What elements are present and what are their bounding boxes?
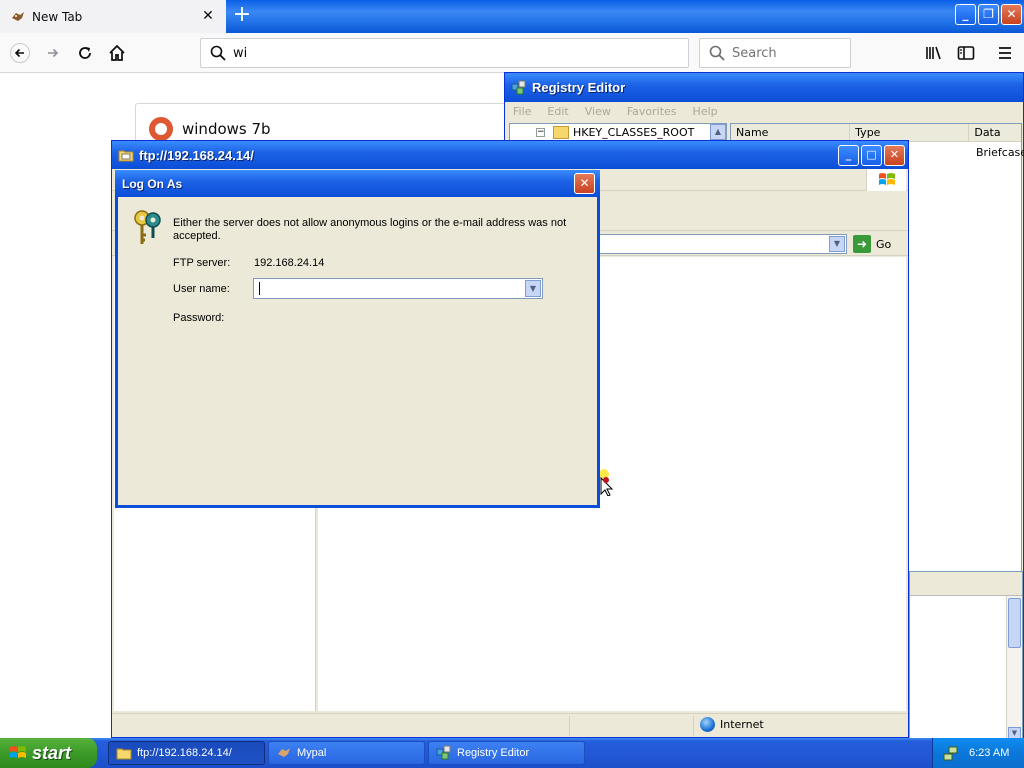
dropdown-arrow-icon[interactable]: ▼: [525, 280, 541, 297]
url-bar[interactable]: [200, 38, 689, 68]
system-tray: 6:23 AM: [932, 738, 1024, 768]
registry-editor-titlebar[interactable]: Registry Editor: [505, 73, 1023, 102]
column-header-data[interactable]: Data: [969, 124, 1021, 142]
ftp-server-label: FTP server:: [173, 257, 231, 269]
password-label: Password:: [173, 312, 225, 324]
search-icon: [210, 45, 226, 61]
scroll-up-arrow-icon[interactable]: ▲: [710, 124, 726, 140]
status-zone: Internet: [700, 717, 764, 732]
navigation-toolbar: [0, 33, 1024, 73]
go-button[interactable]: ➜ Go: [853, 234, 891, 254]
menu-view[interactable]: View: [585, 105, 611, 118]
maximize-button[interactable]: □: [861, 145, 882, 166]
tree-item-label: HKEY_CLASSES_ROOT: [573, 126, 695, 139]
windows-flag-icon: [10, 746, 26, 758]
search-icon: [709, 45, 725, 61]
dialog-titlebar[interactable]: Log On As: [115, 170, 600, 197]
lower-pane-bar: [910, 572, 1022, 596]
log-on-as-dialog[interactable]: Log On As ✕ Either the server does not a…: [115, 170, 600, 508]
library-icon[interactable]: [922, 41, 946, 65]
dialog-title: Log On As: [122, 176, 183, 191]
keys-icon: [134, 210, 161, 244]
forward-arrow-icon[interactable]: [40, 40, 66, 66]
tab-close-icon[interactable]: ✕: [200, 8, 216, 24]
username-label: User name:: [173, 283, 230, 295]
taskbar: start ftp://192.168.24.14/ Mypal Registr…: [0, 738, 1024, 768]
browser-titlebar: New Tab ✕ + _ ❐ ✕: [0, 0, 1024, 33]
tab-title: New Tab: [32, 9, 83, 24]
username-input[interactable]: [257, 281, 523, 296]
clock[interactable]: 6:23 AM: [969, 747, 1009, 759]
text-caret: [259, 282, 260, 295]
taskbar-item-mypal[interactable]: Mypal: [268, 741, 425, 765]
username-combobox[interactable]: ▼: [253, 278, 543, 299]
taskbar-item-registry-editor[interactable]: Registry Editor: [428, 741, 585, 765]
scrollbar-thumb[interactable]: [1008, 598, 1021, 648]
registry-editor-icon: [436, 745, 451, 760]
menu-favorites[interactable]: Favorites: [627, 105, 677, 118]
dialog-close-button[interactable]: ✕: [574, 173, 595, 194]
restore-button[interactable]: ❐: [978, 4, 999, 25]
error-message: Either the server does not allow anonymo…: [173, 217, 567, 242]
registry-menubar: File Edit View Favorites Help: [505, 102, 1023, 121]
collapse-icon[interactable]: −: [536, 128, 545, 137]
suggestion-text: windows 7b: [182, 120, 271, 138]
registry-lower-pane: ▼: [909, 571, 1023, 742]
search-bar[interactable]: [699, 38, 851, 68]
tab-new-tab[interactable]: New Tab ✕: [0, 0, 226, 33]
vertical-scrollbar[interactable]: ▼: [1006, 596, 1022, 742]
go-label: Go: [876, 237, 892, 251]
menu-help[interactable]: Help: [693, 105, 718, 118]
taskbar-item-ftp[interactable]: ftp://192.168.24.14/: [108, 741, 265, 765]
back-arrow-icon[interactable]: [7, 40, 33, 66]
registry-editor-title: Registry Editor: [532, 80, 626, 95]
status-zone-label: Internet: [720, 718, 764, 731]
windows-logo-icon: [866, 169, 906, 191]
hamburger-menu-icon[interactable]: [993, 41, 1017, 65]
menu-file[interactable]: File: [513, 105, 531, 118]
folder-icon: [116, 748, 132, 760]
network-icon[interactable]: [943, 745, 959, 761]
status-separator: [693, 716, 694, 736]
folder-icon: [118, 150, 134, 162]
dropdown-arrow-icon[interactable]: ▼: [829, 236, 845, 252]
home-icon[interactable]: [104, 40, 130, 66]
start-label: start: [32, 742, 72, 763]
ftp-server-value: 192.168.24.14: [254, 257, 325, 269]
registry-editor-icon: [511, 80, 526, 94]
search-input[interactable]: [732, 44, 842, 62]
internet-globe-icon: [700, 717, 715, 732]
taskbar-item-label: Registry Editor: [457, 747, 530, 759]
taskbar-item-label: Mypal: [297, 747, 327, 759]
minimize-button[interactable]: _: [838, 145, 859, 166]
mypal-logo-icon: [278, 748, 290, 757]
tree-item-hkcr[interactable]: − HKEY_CLASSES_ROOT: [536, 126, 694, 139]
busy-cursor-icon: [599, 469, 614, 496]
duckduckgo-icon: [149, 117, 173, 141]
ftp-status-bar: Internet: [112, 713, 908, 737]
mypal-logo-icon: [10, 9, 26, 25]
sidebar-icon[interactable]: [954, 41, 978, 65]
ftp-window-title: ftp://192.168.24.14/: [139, 147, 254, 163]
close-button[interactable]: ✕: [1001, 4, 1022, 25]
minimize-button[interactable]: _: [955, 4, 976, 25]
folder-icon: [553, 126, 569, 139]
taskbar-item-label: ftp://192.168.24.14/: [137, 747, 232, 759]
url-input[interactable]: [233, 44, 673, 62]
new-tab-plus-icon[interactable]: +: [230, 4, 254, 28]
ftp-window-titlebar[interactable]: ftp://192.168.24.14/: [112, 141, 908, 169]
go-arrow-icon: ➜: [853, 235, 871, 253]
start-button[interactable]: start: [0, 738, 97, 768]
list-item-data[interactable]: Briefcase: [976, 146, 1024, 159]
reload-icon[interactable]: [72, 40, 98, 66]
menu-edit[interactable]: Edit: [547, 105, 568, 118]
status-separator: [569, 716, 570, 736]
close-button[interactable]: ✕: [884, 145, 905, 166]
